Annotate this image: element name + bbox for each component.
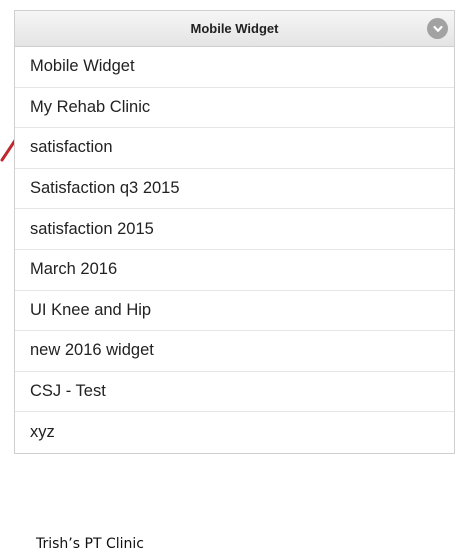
caption-text: Trish’s PT Clinic: [36, 536, 144, 552]
dropdown-option-march-2016[interactable]: March 2016: [15, 250, 454, 291]
dropdown-option-xyz[interactable]: xyz: [15, 412, 454, 453]
dropdown-option-satisfaction-q3-2015[interactable]: Satisfaction q3 2015: [15, 169, 454, 210]
selected-widget-label: Mobile Widget: [190, 21, 279, 36]
dropdown-option-ui-knee-and-hip[interactable]: UI Knee and Hip: [15, 291, 454, 332]
dropdown-option-csj-test[interactable]: CSJ - Test: [15, 372, 454, 413]
dropdown-option-mobile-widget[interactable]: Mobile Widget: [15, 47, 454, 88]
dropdown-option-satisfaction-2015[interactable]: satisfaction 2015: [15, 209, 454, 250]
dropdown-header[interactable]: Mobile Widget: [15, 11, 454, 47]
dropdown-option-satisfaction[interactable]: satisfaction: [15, 128, 454, 169]
widget-dropdown[interactable]: Mobile Widget Mobile Widget My Rehab Cli…: [14, 10, 455, 454]
dropdown-option-new-2016-widget[interactable]: new 2016 widget: [15, 331, 454, 372]
dropdown-option-my-rehab-clinic[interactable]: My Rehab Clinic: [15, 88, 454, 129]
chevron-down-icon[interactable]: [427, 18, 448, 39]
